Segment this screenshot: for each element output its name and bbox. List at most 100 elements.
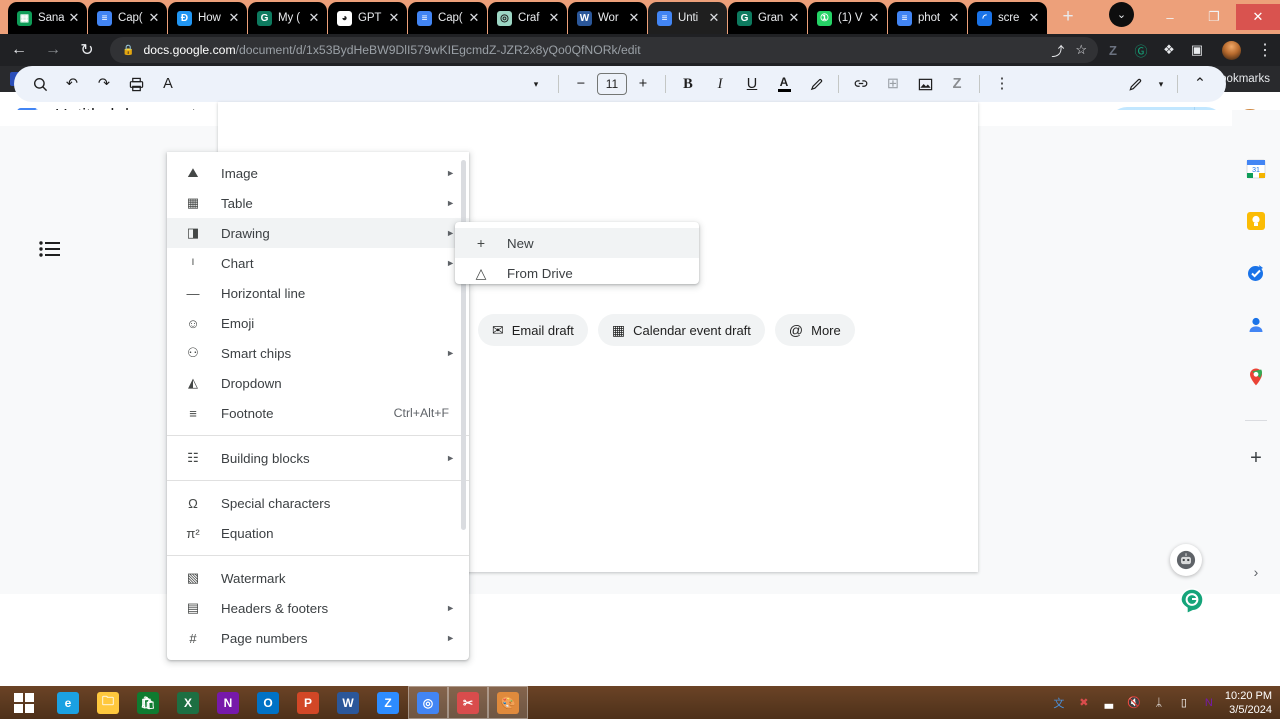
battery-icon[interactable]: ▯ [1176, 695, 1192, 711]
browser-tab[interactable]: G My (✕ [248, 2, 327, 34]
chip-email-draft[interactable]: ✉ Email draft [478, 314, 588, 346]
google-tasks-icon[interactable] [1245, 262, 1267, 284]
google-maps-icon[interactable] [1245, 366, 1267, 388]
chip-more[interactable]: @ More [774, 314, 855, 346]
taskbar-clock[interactable]: 10:20 PM 3/5/2024 [1225, 689, 1280, 717]
browser-tab[interactable]: ▦ Sana ✕ [8, 2, 87, 34]
editing-mode-caret-icon[interactable]: ▾ [1153, 70, 1169, 98]
puzzle-extension[interactable]: ❖ [1160, 41, 1178, 59]
browser-tab[interactable]: ≡ Cap(✕ [88, 2, 167, 34]
font-size-input[interactable]: 11 [597, 73, 627, 95]
tab-close-icon[interactable]: ✕ [227, 10, 241, 25]
search-icon[interactable] [26, 70, 54, 98]
menu-item-horizontal-line[interactable]: — Horizontal line [167, 278, 469, 308]
zotero-extension[interactable]: Z [1104, 41, 1122, 59]
tab-close-icon[interactable]: ✕ [307, 10, 321, 25]
network-error-icon[interactable]: ✖ [1076, 695, 1092, 711]
document-outline-icon[interactable] [38, 238, 62, 262]
tab-close-icon[interactable]: ✕ [947, 10, 961, 25]
address-bar[interactable]: 🔒 docs.google.com /document/d/1x53BydHeB… [110, 37, 1098, 63]
chrome-menu-button[interactable]: ⋮ [1250, 35, 1280, 65]
zotero-button[interactable]: Z [943, 70, 971, 98]
powerpoint-icon[interactable]: P [288, 686, 328, 719]
more-options-button[interactable]: ⋮ [988, 70, 1016, 98]
insert-link-button[interactable] [847, 70, 875, 98]
tab-close-icon[interactable]: ✕ [387, 10, 401, 25]
browser-tab[interactable]: ◎ Craf ✕ [488, 2, 567, 34]
menu-item-special-characters[interactable]: Ω Special characters [167, 488, 469, 518]
paint-icon[interactable]: 🎨 [488, 686, 528, 719]
bold-button[interactable]: B [674, 70, 702, 98]
zoom-icon[interactable]: Z [368, 686, 408, 719]
grammarly-extension[interactable]: Ⓖ [1132, 41, 1150, 59]
tab-close-icon[interactable]: ✕ [67, 10, 81, 25]
language-icon[interactable]: 文 [1051, 695, 1067, 711]
tab-close-icon[interactable]: ✕ [867, 10, 881, 25]
sidepanel-extension[interactable]: ▣ [1188, 41, 1206, 59]
browser-tab[interactable]: ◕ GPT ✕ [328, 2, 407, 34]
close-button[interactable]: ✕ [1236, 4, 1280, 30]
browser-tab[interactable]: ≡ Cap(✕ [408, 2, 487, 34]
menu-item-headers-footers[interactable]: ▤ Headers & footers ► [167, 593, 469, 623]
tab-close-icon[interactable]: ✕ [787, 10, 801, 25]
word-icon[interactable]: W [328, 686, 368, 719]
reload-button[interactable]: ↻ [72, 35, 102, 65]
menu-item-building-blocks[interactable]: ☷ Building blocks ► [167, 443, 469, 473]
increase-font-size-button[interactable]: + [629, 70, 657, 98]
style-dropdown-caret-icon[interactable]: ▾ [522, 70, 550, 98]
new-tab-button[interactable]: + [1054, 3, 1082, 31]
editing-mode-pencil-icon[interactable] [1121, 70, 1149, 98]
menu-item-watermark[interactable]: ▧ Watermark [167, 563, 469, 593]
assistant-bot-icon[interactable] [1170, 544, 1202, 576]
expand-side-panel-chevron-icon[interactable]: › [1254, 564, 1259, 580]
menu-item-page-numbers[interactable]: # Page numbers ► [167, 623, 469, 653]
submenu-item-new[interactable]: + New [455, 228, 699, 258]
insert-image-button[interactable] [911, 70, 939, 98]
profile-chevron-icon[interactable]: ⌄ [1109, 2, 1134, 27]
insert-menu-panel[interactable]: ⛰ Image ► ▦ Table ► ◨ Drawing ► ᴵ Chart ► — Horizonta… [167, 152, 469, 660]
add-comment-button[interactable]: ⊞ [879, 70, 907, 98]
bluetooth-icon[interactable]: ᛦ [1151, 695, 1167, 711]
volume-mute-icon[interactable]: 🔇 [1126, 695, 1142, 711]
text-color-button[interactable]: A [770, 70, 798, 98]
start-button[interactable] [0, 686, 48, 719]
spellcheck-icon[interactable]: A [154, 70, 182, 98]
excel-icon[interactable]: X [168, 686, 208, 719]
add-addon-button[interactable]: + [1245, 447, 1267, 469]
profile-avatar[interactable] [1216, 35, 1246, 65]
microsoft-store-icon[interactable]: 🛍 [128, 686, 168, 719]
browser-tab[interactable]: ◜ scre ✕ [968, 2, 1047, 34]
menu-scrollbar[interactable] [461, 160, 466, 530]
tab-close-icon[interactable]: ✕ [467, 10, 481, 25]
menu-item-smart-chips[interactable]: ⚇ Smart chips ► [167, 338, 469, 368]
redo-icon[interactable]: ↷ [90, 70, 118, 98]
browser-tab[interactable]: ≡ Unti ✕ [648, 2, 727, 34]
browser-tab[interactable]: Đ How ✕ [168, 2, 247, 34]
snipping-tool-icon[interactable]: ✂ [448, 686, 488, 719]
google-calendar-icon[interactable]: 31 [1245, 158, 1267, 180]
menu-item-drawing[interactable]: ◨ Drawing ► [167, 218, 469, 248]
tab-close-icon[interactable]: ✕ [547, 10, 561, 25]
file-explorer-icon[interactable]: 🗀 [88, 686, 128, 719]
menu-item-footnote[interactable]: ≡ Footnote Ctrl+Alt+F [167, 398, 469, 428]
grammarly-badge-icon[interactable] [1180, 588, 1204, 615]
outlook-icon[interactable]: O [248, 686, 288, 719]
google-keep-icon[interactable] [1245, 210, 1267, 232]
forward-button[interactable]: → [38, 35, 68, 65]
browser-tab[interactable]: ≡ phot ✕ [888, 2, 967, 34]
tab-close-icon[interactable]: ✕ [627, 10, 641, 25]
google-contacts-icon[interactable] [1245, 314, 1267, 336]
print-icon[interactable] [122, 70, 150, 98]
maximize-button[interactable]: ❐ [1192, 4, 1236, 30]
menu-item-equation[interactable]: π² Equation [167, 518, 469, 548]
onenote-tray-icon[interactable]: N [1201, 695, 1217, 711]
minimize-button[interactable]: – [1148, 4, 1192, 30]
menu-item-chart[interactable]: ᴵ Chart ► [167, 248, 469, 278]
menu-item-table[interactable]: ▦ Table ► [167, 188, 469, 218]
highlight-color-button[interactable] [802, 70, 830, 98]
undo-icon[interactable]: ↶ [58, 70, 86, 98]
menu-item-image[interactable]: ⛰ Image ► [167, 158, 469, 188]
collapse-toolbar-button[interactable]: ⌃ [1186, 70, 1214, 98]
underline-button[interactable]: U [738, 70, 766, 98]
submenu-item-from-drive[interactable]: △ From Drive [455, 258, 699, 288]
